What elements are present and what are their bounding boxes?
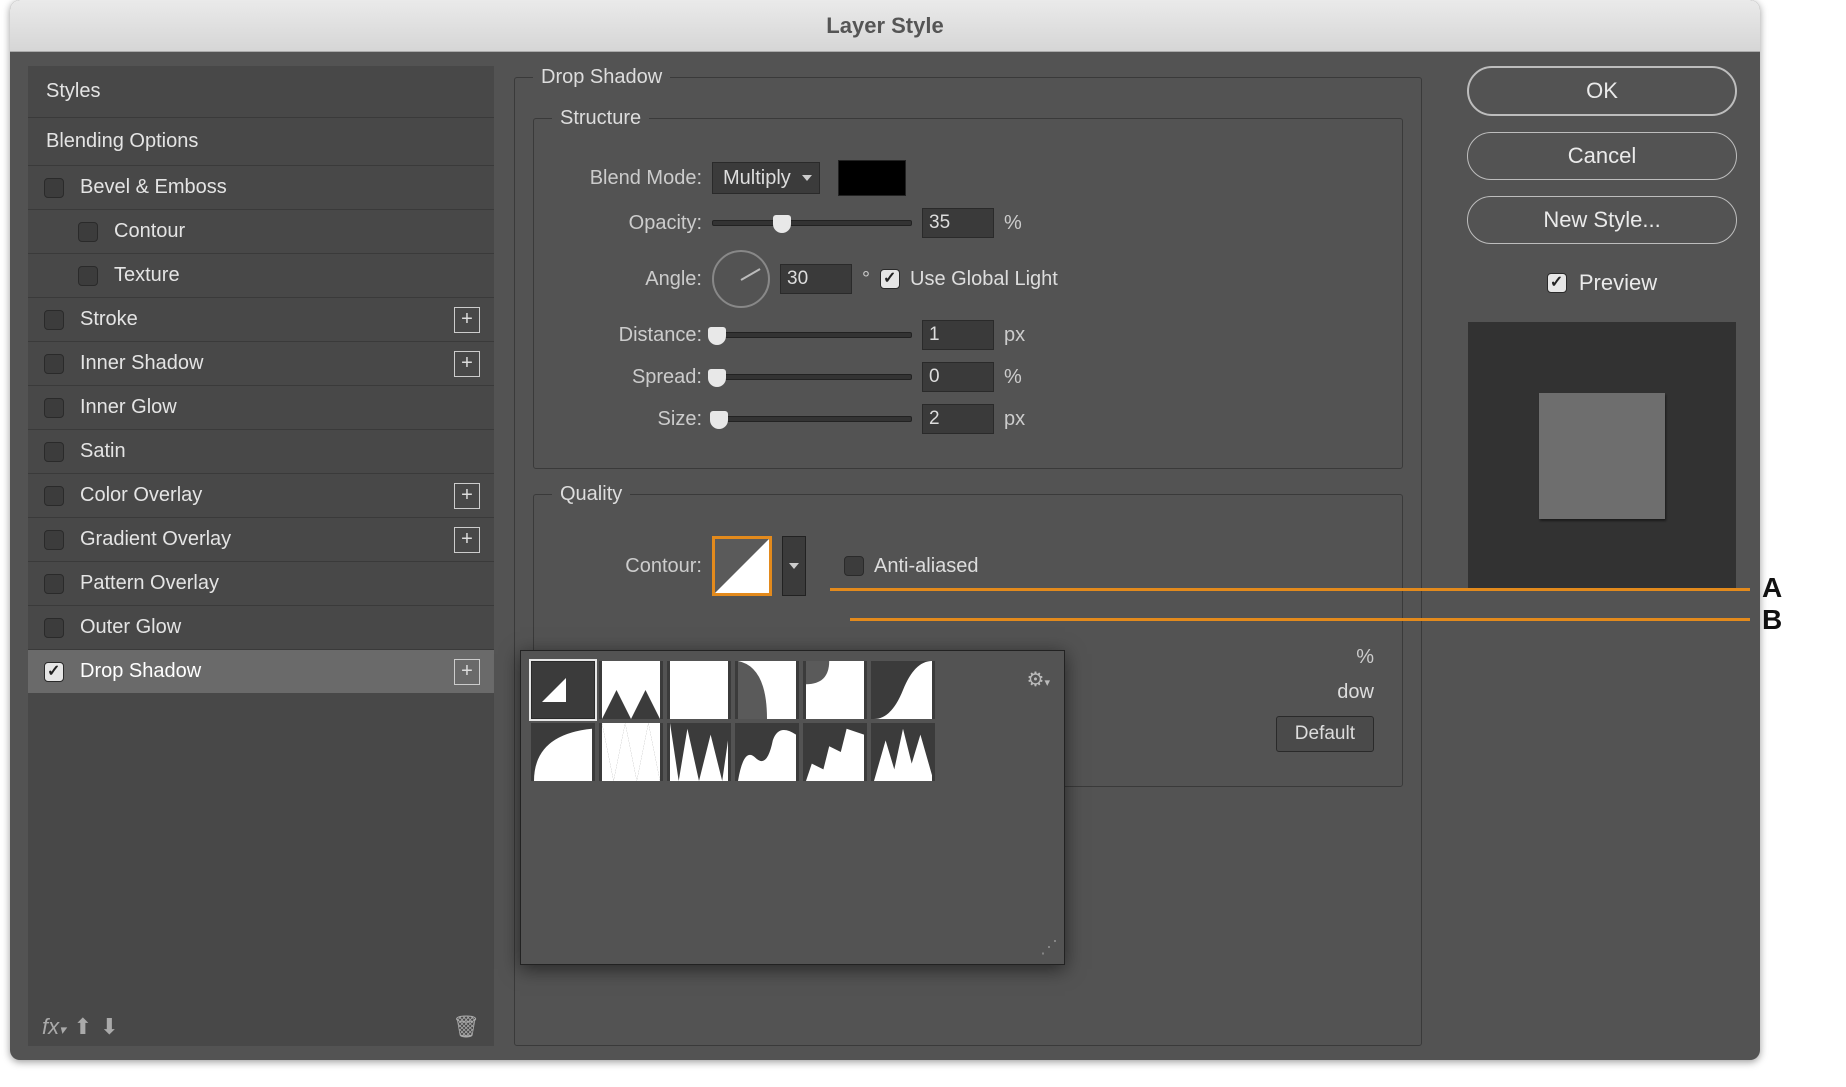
sidebar-item-drop-shadow[interactable]: Drop Shadow+ [28,649,494,693]
cancel-button[interactable]: Cancel [1467,132,1737,180]
sidebar-blending-options[interactable]: Blending Options [28,117,494,165]
callout-label-b: B [1762,604,1782,636]
blend-mode-label: Blend Mode: [552,167,702,190]
sidebar-item-gradient-overlay[interactable]: Gradient Overlay+ [28,517,494,561]
panel-title: Drop Shadow [533,66,670,89]
size-label: Size: [552,408,702,431]
distance-slider[interactable] [712,332,912,338]
distance-label: Distance: [552,324,702,347]
add-effect-icon[interactable]: + [454,307,480,333]
ok-button[interactable]: OK [1467,66,1737,116]
spread-input[interactable] [922,362,994,392]
checkbox-icon[interactable] [44,178,64,198]
opacity-input[interactable] [922,208,994,238]
contour-preset-rounded-steps[interactable] [803,723,867,781]
structure-legend: Structure [552,107,649,130]
size-input[interactable] [922,404,994,434]
styles-sidebar: Styles Blending Options Bevel & Emboss C… [28,66,494,1046]
preview-checkbox[interactable] [1547,273,1567,293]
fx-menu-icon[interactable]: fx▾ [42,1014,66,1040]
sidebar-footer: fx▾ ⬆ ⬇ 🗑 [28,1008,494,1046]
global-light-checkbox[interactable] [880,269,900,289]
sidebar-item-texture[interactable]: Texture [28,253,494,297]
contour-preset-linear[interactable] [531,661,595,719]
checkbox-icon[interactable] [44,398,64,418]
sidebar-item-outer-glow[interactable]: Outer Glow [28,605,494,649]
contour-preset-half-round[interactable] [531,723,595,781]
contour-preset-ring-double[interactable] [667,723,731,781]
contour-preset-cone-inverted[interactable] [667,661,731,719]
window-titlebar[interactable]: Layer Style [10,0,1760,52]
contour-preset-cone[interactable] [599,661,663,719]
contour-preset-sawtooth[interactable] [871,723,935,781]
preview-label: Preview [1579,270,1657,296]
spread-slider[interactable] [712,374,912,380]
trash-icon[interactable]: 🗑 [452,1014,480,1040]
contour-preset-grid [531,661,941,781]
checkbox-icon[interactable] [44,442,64,462]
sidebar-item-color-overlay[interactable]: Color Overlay+ [28,473,494,517]
distance-input[interactable] [922,320,994,350]
add-effect-icon[interactable]: + [454,483,480,509]
checkbox-icon[interactable] [44,574,64,594]
contour-preset-rolling[interactable] [735,723,799,781]
contour-dropdown-button[interactable] [782,536,806,596]
add-effect-icon[interactable]: + [454,659,480,685]
sidebar-item-pattern-overlay[interactable]: Pattern Overlay [28,561,494,605]
shadow-color-swatch[interactable] [838,160,906,196]
structure-group: Structure Blend Mode: Multiply Opacity: … [533,107,1403,469]
checkbox-icon[interactable] [78,222,98,242]
contour-preset-cove-shallow[interactable] [803,661,867,719]
contour-preset-popup: ⚙▾ ⋰ [520,650,1065,965]
sidebar-item-inner-glow[interactable]: Inner Glow [28,385,494,429]
angle-label: Angle: [552,268,702,291]
sidebar-item-stroke[interactable]: Stroke+ [28,297,494,341]
sidebar-item-bevel-emboss[interactable]: Bevel & Emboss [28,165,494,209]
anti-aliased-checkbox[interactable] [844,556,864,576]
quality-legend: Quality [552,483,630,506]
size-slider[interactable] [712,416,912,422]
callout-line-a [830,588,1750,591]
contour-label: Contour: [552,555,702,578]
gear-icon[interactable]: ⚙▾ [1027,667,1050,692]
checkbox-icon[interactable] [44,310,64,330]
contour-preset-ring[interactable] [599,723,663,781]
contour-preset-cove-deep[interactable] [735,661,799,719]
global-light-label: Use Global Light [910,268,1058,291]
opacity-slider[interactable] [712,220,912,226]
checkbox-icon[interactable] [44,354,64,374]
blend-mode-select[interactable]: Multiply [712,162,820,194]
anti-aliased-label: Anti-aliased [874,555,979,578]
window-title: Layer Style [826,13,943,39]
move-down-icon[interactable]: ⬇ [100,1014,118,1040]
add-effect-icon[interactable]: + [454,527,480,553]
sidebar-item-satin[interactable]: Satin [28,429,494,473]
opacity-label: Opacity: [552,212,702,235]
reset-default-button[interactable]: Default [1276,716,1374,752]
sidebar-item-inner-shadow[interactable]: Inner Shadow+ [28,341,494,385]
callout-label-a: A [1762,572,1782,604]
new-style-button[interactable]: New Style... [1467,196,1737,244]
callout-line-b [850,618,1750,621]
move-up-icon[interactable]: ⬆ [74,1014,92,1040]
add-effect-icon[interactable]: + [454,351,480,377]
checkbox-icon[interactable] [78,266,98,286]
sidebar-item-contour[interactable]: Contour [28,209,494,253]
sidebar-header[interactable]: Styles [28,66,494,117]
preview-thumbnail [1468,322,1736,590]
contour-preset-gaussian[interactable] [871,661,935,719]
resize-handle-icon[interactable]: ⋰ [1040,937,1058,958]
spread-label: Spread: [552,366,702,389]
contour-preview[interactable] [712,536,772,596]
angle-dial[interactable] [712,250,770,308]
angle-input[interactable] [780,264,852,294]
checkbox-icon[interactable] [44,662,64,682]
knockout-label-fragment: dow [1337,681,1374,704]
checkbox-icon[interactable] [44,618,64,638]
checkbox-icon[interactable] [44,530,64,550]
dialog-actions: OK Cancel New Style... Preview [1442,66,1742,1046]
checkbox-icon[interactable] [44,486,64,506]
